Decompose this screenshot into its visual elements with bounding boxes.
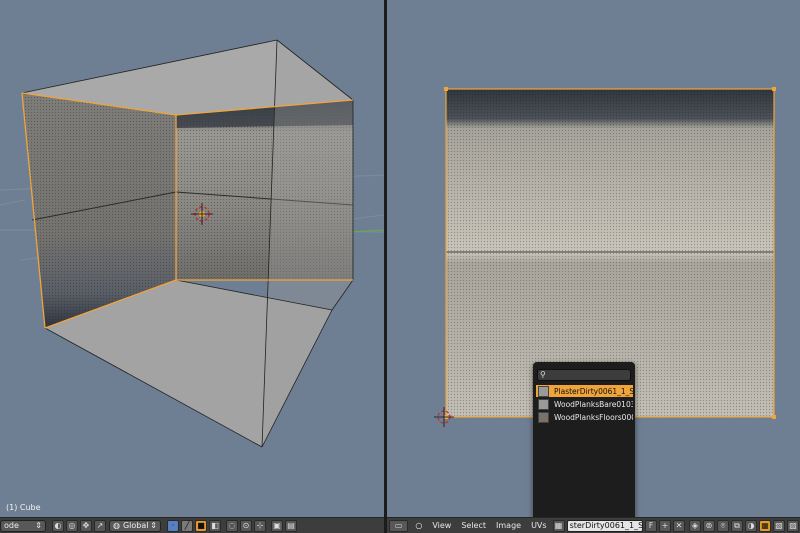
new-image-icon[interactable]: + (659, 519, 671, 532)
image-thumbnail-icon (538, 411, 549, 423)
sticky-selection-icon[interactable]: ⊚ (703, 519, 715, 532)
mode-dropdown[interactable]: ode ⇕ (0, 519, 46, 532)
vertex-select-icon[interactable]: · (167, 519, 179, 532)
render-icon[interactable]: ▣ (271, 519, 283, 532)
image-item[interactable]: WoodPlanksBare0103_7 (536, 398, 633, 410)
search-icon: ⚲ (540, 370, 546, 379)
image-item[interactable]: WoodPlanksFloors0003_ (536, 411, 633, 423)
image-editor-header: ▭ ○ View Select Image UVs ▦ sterDirty006… (387, 517, 800, 533)
opengl-render-icon[interactable]: ▤ (285, 519, 297, 532)
menu-uvs[interactable]: UVs (531, 521, 547, 530)
alpha-channel-icon[interactable]: ▧ (773, 519, 785, 532)
snap-icon[interactable]: ⌾ (717, 519, 729, 532)
display-channels-icon[interactable]: ◑ (745, 519, 757, 532)
snap-toggle-icon[interactable]: ⊙ (240, 519, 252, 532)
3d-scene (0, 39, 384, 448)
3d-view-header: ode ⇕ ◐ ◎ ✥ ↗ ◍ Global ⇕ · ╱ ■ ◧ ◌ ⊙ ⊹ ▣… (0, 517, 384, 533)
image-browser-popup[interactable]: ⚲ PlasterDirty0061_1_S.jp WoodPlanksBare… (533, 362, 635, 522)
menu-select[interactable]: Select (461, 521, 486, 530)
pivot-icon[interactable]: ◈ (689, 519, 701, 532)
proportional-edit-icon[interactable]: ◌ (226, 519, 238, 532)
image-browse-icon[interactable]: ▦ (552, 519, 565, 532)
3d-viewport[interactable]: (1) Cube (0, 0, 384, 517)
object-name-label: (1) Cube (6, 503, 41, 512)
dropdown-arrow-icon: ⇕ (150, 521, 157, 530)
manipulator-icon[interactable]: ✥ (80, 519, 92, 532)
snap-element-icon[interactable]: ⊹ (254, 519, 266, 532)
viewport-shading-icon[interactable]: ◐ (52, 519, 64, 532)
color-channel-icon[interactable]: ▦ (759, 519, 771, 532)
image-search-field[interactable]: ⚲ (537, 369, 631, 381)
fake-user-button[interactable]: F (645, 519, 657, 532)
translate-icon[interactable]: ↗ (94, 519, 106, 532)
orientation-icon: ◍ (113, 521, 120, 530)
dropdown-arrow-icon: ⇕ (35, 521, 42, 530)
image-thumbnail-icon (538, 398, 549, 410)
z-buffer-icon[interactable]: ▨ (787, 519, 799, 532)
orientation-dropdown[interactable]: ◍ Global ⇕ (109, 519, 161, 532)
pivot-point-icon[interactable]: ◎ (66, 519, 78, 532)
editor-type-icon[interactable]: ▭ (389, 519, 409, 532)
uv-sync-icon[interactable]: ⧉ (731, 519, 743, 532)
pin-icon[interactable]: ○ (415, 521, 422, 530)
limit-selection-icon[interactable]: ◧ (209, 519, 221, 532)
image-name-field[interactable]: sterDirty0061_1_S.jpg (566, 519, 643, 532)
unlink-image-icon[interactable]: ✕ (673, 519, 685, 532)
menu-view[interactable]: View (432, 521, 451, 530)
image-item[interactable]: PlasterDirty0061_1_S.jp (536, 385, 633, 397)
edge-select-icon[interactable]: ╱ (181, 519, 193, 532)
face-select-icon[interactable]: ■ (195, 519, 207, 532)
menu-image[interactable]: Image (496, 521, 521, 530)
image-thumbnail-icon (538, 385, 549, 397)
